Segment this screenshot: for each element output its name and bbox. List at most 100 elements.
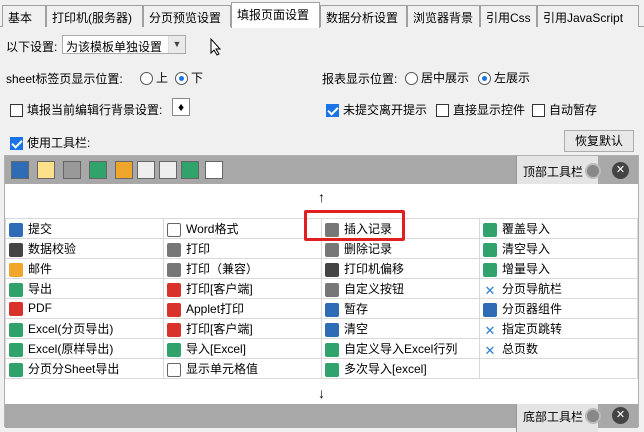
table-row: 分页分Sheet导出 显示单元格值 多次导入[excel] [5, 358, 638, 379]
tab-browser-bg[interactable]: 浏览器背景 [407, 5, 480, 27]
tab-css[interactable]: 引用Css [480, 5, 537, 27]
toolbar-button-item[interactable]: 打印 [163, 238, 322, 259]
toolbar-button-label: 增量导入 [502, 262, 551, 276]
gear-icon[interactable] [585, 163, 601, 179]
toolbar-button-label: 分页分Sheet导出 [28, 362, 120, 376]
pagenav-icon: ✕ [484, 282, 496, 298]
toolbar-button-item[interactable]: 显示单元格值 [163, 358, 322, 379]
toolbar-button-item[interactable]: 数据校验 [5, 238, 164, 259]
toolbar-button-item[interactable]: PDF [5, 298, 164, 319]
tab-basic[interactable]: 基本 [2, 5, 46, 27]
toolbar-button-item[interactable]: 清空 [321, 318, 480, 339]
report-left-radio[interactable]: 左展示 [476, 69, 530, 86]
settings-select[interactable]: 为该模板单独设置 ▼ [62, 35, 186, 54]
checkbox-icon [436, 104, 449, 118]
tab-data-analysis[interactable]: 数据分析设置 [320, 5, 407, 27]
toolbar-button-item[interactable]: 分页分Sheet导出 [5, 358, 164, 379]
toolbar-button-item[interactable]: 清空导入 [479, 238, 638, 259]
toolbar-button-label: 导出 [28, 282, 53, 296]
toolbar-button-item[interactable]: 增量导入 [479, 258, 638, 279]
toolbar-button-item[interactable]: 暂存 [321, 298, 480, 319]
chevron-down-icon[interactable]: ▼ [168, 36, 185, 53]
toolbar-button-label: 显示单元格值 [186, 362, 259, 376]
blank-icon[interactable] [205, 161, 223, 179]
toolbar-button-item[interactable]: Excel(分页导出) [5, 318, 164, 339]
toolbar-button-item[interactable]: 分页器组件 [479, 298, 638, 319]
direct-control-checkbox[interactable]: 直接显示控件 [436, 101, 525, 118]
excel-icon [9, 342, 23, 357]
edit-icon[interactable] [37, 161, 55, 179]
toolbar-button-item[interactable]: 邮件 [5, 258, 164, 279]
clear-import-icon [483, 242, 497, 257]
print-icon [167, 262, 181, 277]
word-icon [167, 222, 181, 237]
settings-label: 以下设置: [6, 40, 58, 54]
fill-bg-checkbox[interactable]: 填报当前编辑行背景设置: [10, 101, 162, 118]
toolbar-button-item[interactable]: ✕ 指定页跳转 [479, 318, 638, 339]
radio-icon [405, 72, 418, 86]
toolbar-button-item[interactable]: 打印机偏移 [321, 258, 480, 279]
toolbar-button-label: 数据校验 [28, 242, 77, 256]
settings-select-value: 为该模板单独设置 [66, 40, 163, 54]
autosave-checkbox[interactable]: 自动暂存 [532, 101, 597, 118]
toolbar-button-item[interactable]: ✕ 分页导航栏 [479, 278, 638, 299]
toolbar-button-item[interactable]: 导入[Excel] [163, 338, 322, 359]
top-toolbar: 顶部工具栏 ✕ [5, 156, 638, 184]
unsubmitted-checkbox[interactable]: 未提交离开提示 [326, 101, 427, 118]
toolbar-button-item[interactable]: Word格式 [163, 218, 322, 239]
tab-fill-page[interactable]: 填报页面设置 [231, 2, 320, 28]
toolbar-button-label: Applet打印 [186, 302, 245, 316]
mail-icon[interactable] [115, 161, 133, 179]
restore-default-button[interactable]: 恢复默认 [564, 130, 634, 152]
export-icon[interactable] [89, 161, 107, 179]
gear-icon [325, 282, 339, 297]
report-center-label: 居中展示 [421, 71, 470, 85]
sheet-bottom-radio[interactable]: 下 [173, 69, 203, 86]
toolbar-button-label: 自定义按钮 [344, 282, 405, 296]
toolbar-button-label: 覆盖导入 [502, 222, 551, 236]
toolbar-button-label: 分页导航栏 [502, 282, 563, 296]
insert-icon[interactable] [137, 161, 155, 179]
sheet-top-radio[interactable]: 上 [138, 69, 168, 86]
table-row: Excel(原样导出) 导入[Excel] 自定义导入Excel行列 ✕ 总页数 [5, 338, 638, 359]
toolbar-button-item[interactable]: Applet打印 [163, 298, 322, 319]
toolbar-button-item[interactable]: 导出 [5, 278, 164, 299]
toolbar-button-item[interactable]: Excel(原样导出) [5, 338, 164, 359]
toolbar-button-label: Excel(原样导出) [28, 342, 114, 356]
fill-bg-label: 填报当前编辑行背景设置: [27, 103, 163, 117]
toolbar-button-label: 导入[Excel] [186, 342, 247, 356]
toolbar-button-item[interactable]: 覆盖导入 [479, 218, 638, 239]
toolbar-button-item[interactable]: 打印[客户端] [163, 318, 322, 339]
delete-icon[interactable] [159, 161, 177, 179]
paint-bucket-icon[interactable]: ♦ [172, 98, 190, 116]
tab-page-preview[interactable]: 分页预览设置 [143, 5, 231, 27]
toolbar-button-label: PDF [28, 301, 52, 316]
toolbar-button-item[interactable]: 打印[客户端] [163, 278, 322, 299]
multi-icon [325, 362, 339, 377]
excel-icon [325, 342, 339, 357]
close-icon[interactable]: ✕ [612, 407, 629, 424]
use-toolbar-checkbox[interactable]: 使用工具栏: [10, 134, 90, 151]
clear-icon [325, 322, 339, 337]
excel-icon[interactable] [181, 161, 199, 179]
toolbar-button-item[interactable]: 多次导入[excel] [321, 358, 480, 379]
toolbar-button-item[interactable]: 删除记录 [321, 238, 480, 259]
save-icon[interactable] [11, 161, 29, 179]
pagecomp-icon [483, 302, 497, 317]
toolbar-button-item[interactable]: 打印（兼容） [163, 258, 322, 279]
direct-control-label: 直接显示控件 [453, 103, 526, 117]
tab-printer[interactable]: 打印机(服务器) [46, 5, 143, 27]
toolbar-button-label: 清空导入 [502, 242, 551, 256]
close-icon[interactable]: ✕ [612, 162, 629, 179]
tab-bar: 基本 打印机(服务器) 分页预览设置 填报页面设置 数据分析设置 浏览器背景 引… [0, 0, 644, 28]
excel-icon [167, 342, 181, 357]
toolbar-button-item[interactable]: ✕ 总页数 [479, 338, 638, 359]
cell-icon [167, 362, 181, 377]
print-icon[interactable] [63, 161, 81, 179]
tab-javascript[interactable]: 引用JavaScript [537, 5, 639, 27]
toolbar-button-item[interactable]: 自定义导入Excel行列 [321, 338, 480, 359]
toolbar-button-item[interactable]: 提交 [5, 218, 164, 239]
toolbar-button-item[interactable]: 自定义按钮 [321, 278, 480, 299]
use-toolbar-label: 使用工具栏: [27, 136, 91, 150]
report-center-radio[interactable]: 居中展示 [403, 69, 469, 86]
